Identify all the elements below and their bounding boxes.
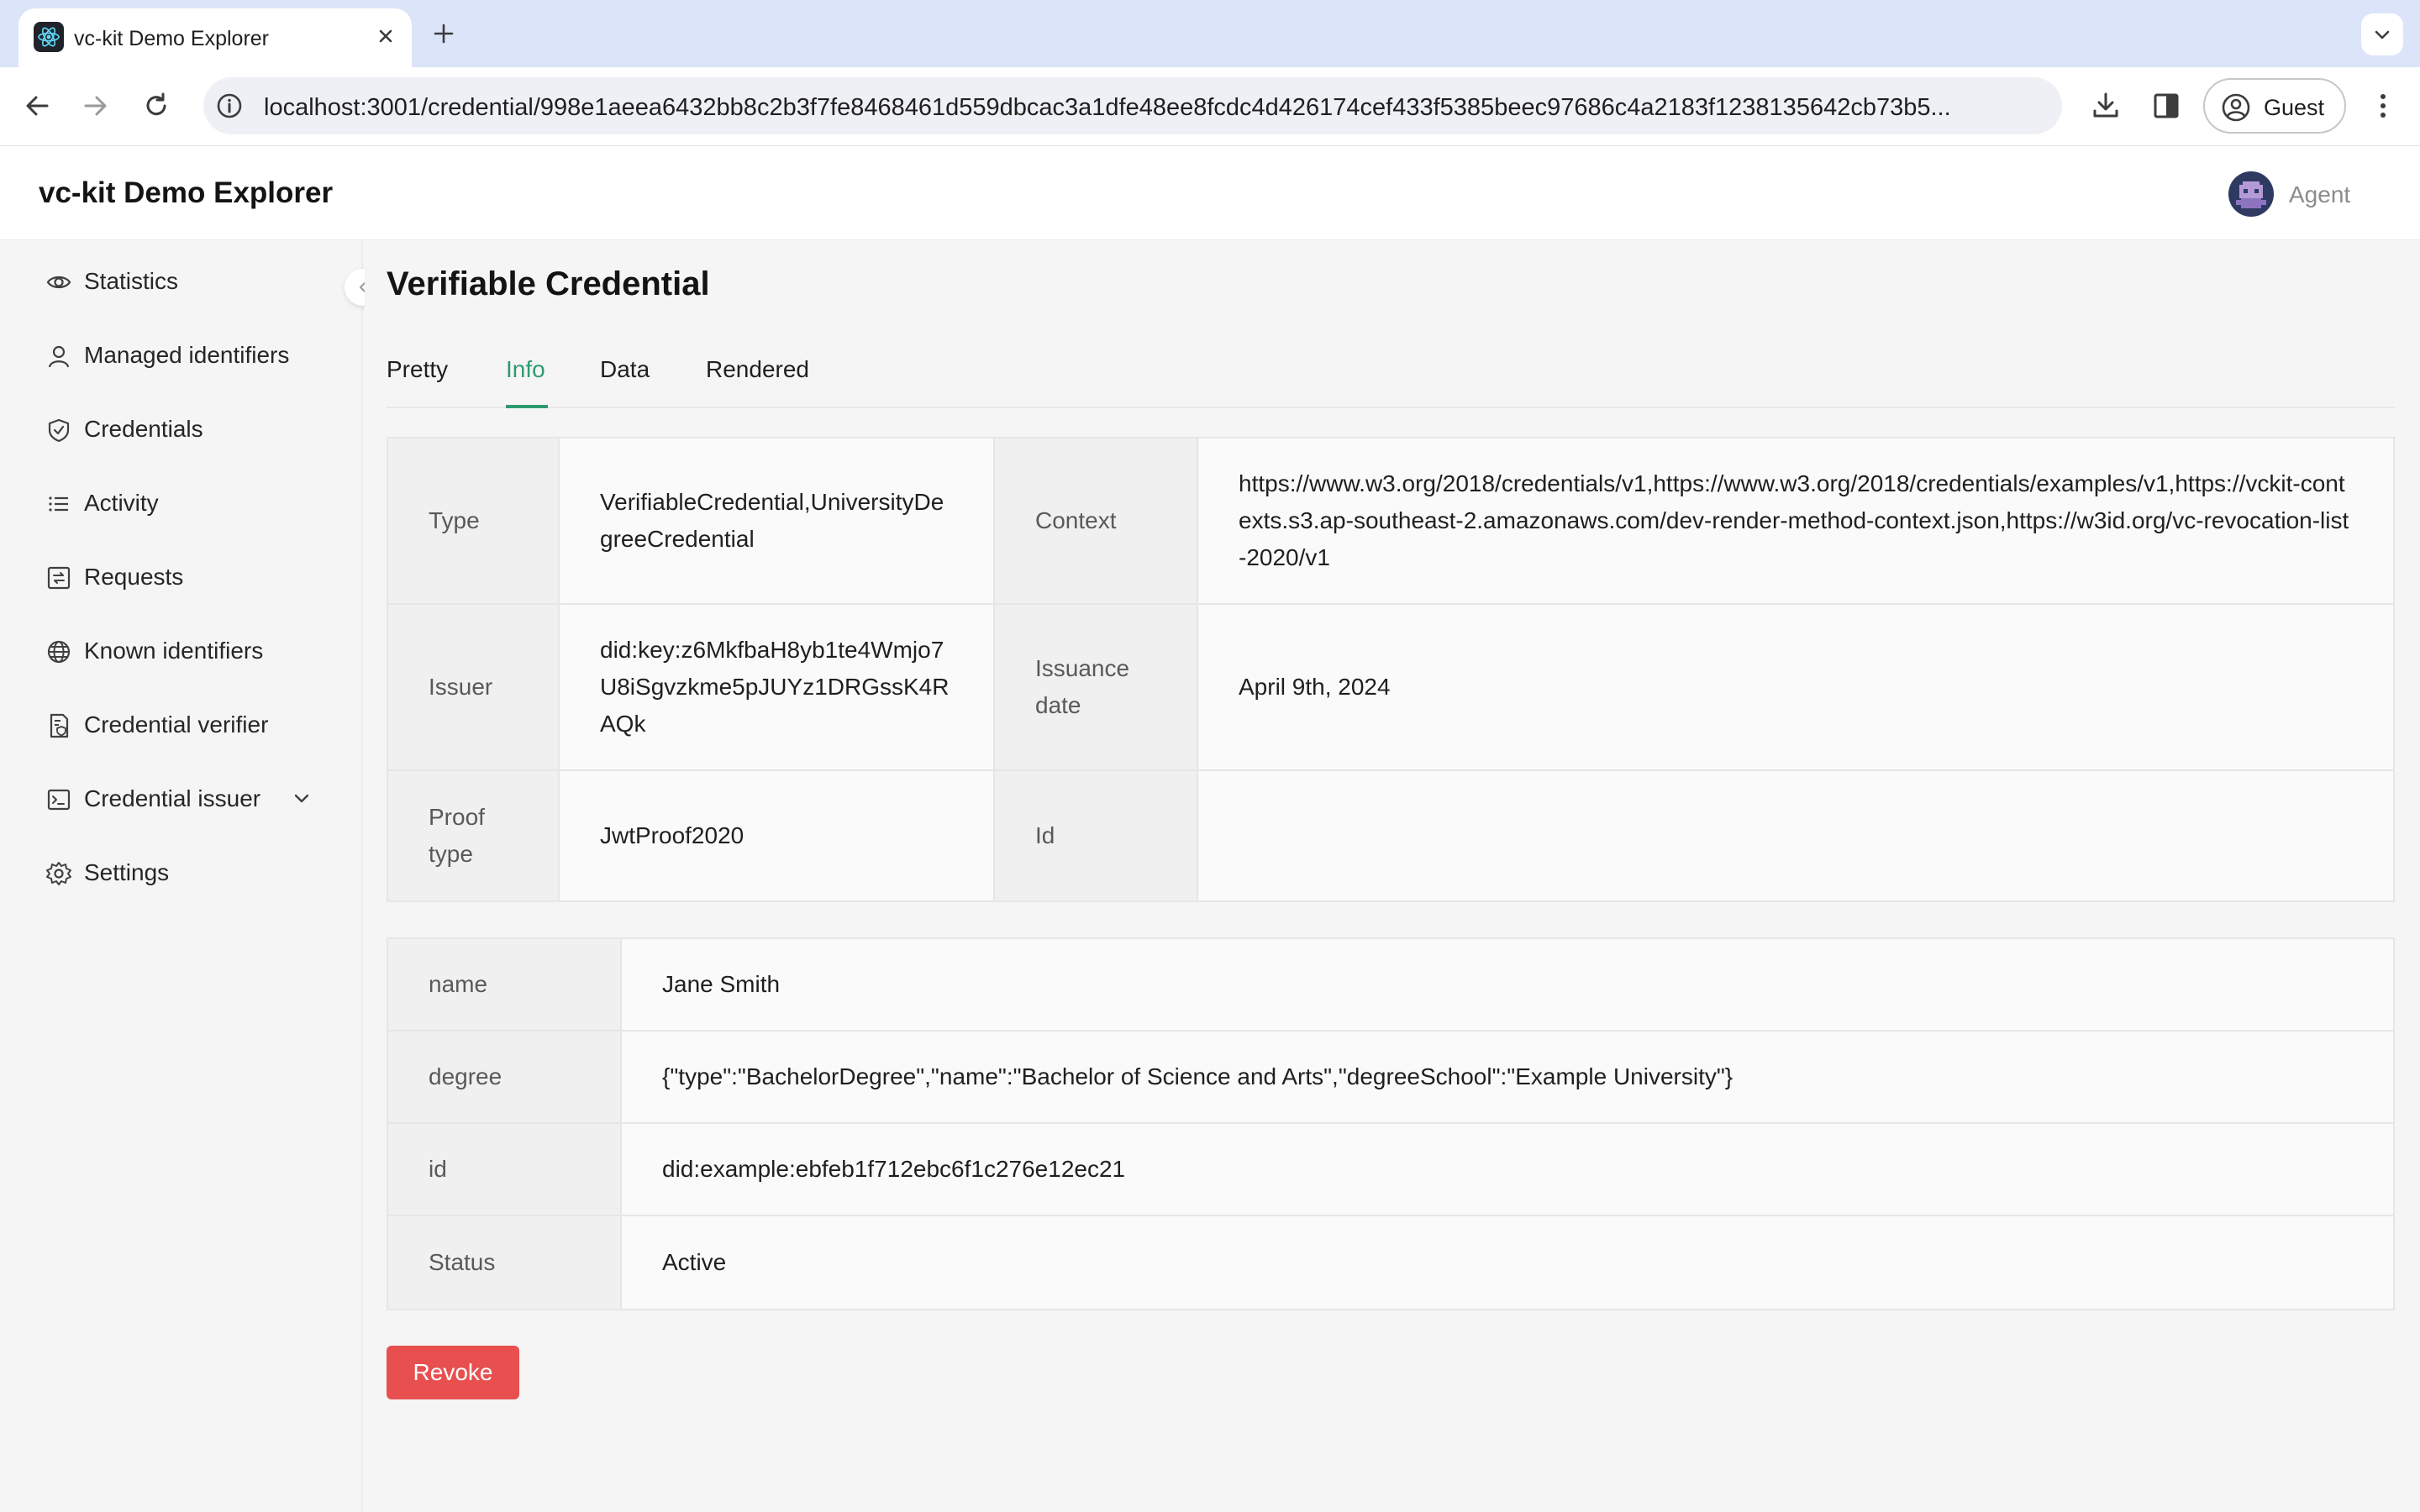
- more-menu-icon[interactable]: [2365, 87, 2402, 124]
- tab-pretty[interactable]: Pretty: [387, 346, 454, 407]
- file-protect-icon: [45, 712, 72, 739]
- browser-tab-title: vc-kit Demo Explorer: [74, 27, 269, 50]
- issuance-date-value: April 9th, 2024: [1197, 605, 2393, 769]
- proof-type-label: Proof type: [388, 771, 558, 900]
- tab-info[interactable]: Info: [506, 346, 548, 408]
- eye-icon: [45, 269, 72, 296]
- context-value: https://www.w3.org/2018/credentials/v1,h…: [1197, 438, 2393, 603]
- subject-field-label: name: [388, 939, 620, 1030]
- sidebar-item-settings[interactable]: Settings: [0, 842, 361, 900]
- tab-rendered[interactable]: Rendered: [706, 346, 813, 407]
- sidebar-item-label: Activity: [84, 490, 159, 516]
- info-row-proof: Proof type JwtProof2020 Id: [388, 771, 2393, 900]
- table-row: degree {"type":"BachelorDegree","name":"…: [388, 1032, 2393, 1124]
- info-row-type: Type VerifiableCredential,UniversityDegr…: [388, 438, 2393, 605]
- credential-subject-table: name Jane Smith degree {"type":"Bachelor…: [387, 937, 2395, 1310]
- global-icon: [45, 638, 72, 665]
- reload-icon[interactable]: [138, 87, 175, 124]
- sidebar: Statistics Managed identifiers Credentia…: [0, 240, 363, 1512]
- app-title: vc-kit Demo Explorer: [39, 176, 334, 209]
- address-bar[interactable]: localhost:3001/credential/998e1aeea6432b…: [203, 77, 2062, 134]
- table-row: name Jane Smith: [388, 939, 2393, 1032]
- tab-data[interactable]: Data: [600, 346, 654, 407]
- subject-field-value: Jane Smith: [620, 939, 2393, 1030]
- agent-label[interactable]: Agent: [2289, 181, 2350, 208]
- sidebar-item-label: Credentials: [84, 416, 203, 442]
- site-info-icon[interactable]: [215, 92, 244, 120]
- agent-avatar[interactable]: [2228, 171, 2274, 217]
- sidebar-item-credential-issuer[interactable]: Credential issuer: [0, 768, 361, 827]
- id-value: [1197, 771, 2393, 900]
- sidebar-item-label: Statistics: [84, 268, 179, 294]
- interaction-icon: [45, 564, 72, 591]
- tab-search-icon[interactable]: [2361, 13, 2403, 55]
- sidebar-item-label: Settings: [84, 859, 170, 885]
- info-row-issuer: Issuer did:key:z6MkfbaH8yb1te4Wmjo7U8iSg…: [388, 605, 2393, 771]
- back-arrow-icon[interactable]: [18, 87, 55, 124]
- subject-field-label: id: [388, 1124, 620, 1215]
- context-label: Context: [993, 438, 1197, 603]
- browser-tab[interactable]: vc-kit Demo Explorer: [18, 8, 412, 67]
- credential-tabs: Pretty Info Data Rendered: [387, 346, 2395, 408]
- subject-field-value: did:example:ebfeb1f712ebc6f1c276e12ec21: [620, 1124, 2393, 1215]
- issuer-label: Issuer: [388, 605, 558, 769]
- browser-tabstrip: vc-kit Demo Explorer: [0, 0, 2420, 67]
- code-icon: [45, 786, 72, 813]
- setting-icon: [45, 860, 72, 887]
- status-label: Status: [388, 1216, 620, 1309]
- type-label: Type: [388, 438, 558, 603]
- active-tab-indicator: [506, 405, 548, 408]
- react-logo-icon: [34, 22, 64, 52]
- sidebar-item-activity[interactable]: Activity: [0, 472, 361, 531]
- table-row: Status Active: [388, 1216, 2393, 1309]
- new-tab-icon[interactable]: [429, 18, 459, 49]
- chevron-down-icon[interactable]: [289, 786, 314, 811]
- profile-label: Guest: [2264, 95, 2325, 120]
- list-icon: [45, 491, 72, 517]
- sidebar-item-label: Requests: [84, 564, 184, 590]
- main-content: Verifiable Credential Pretty Info Data R…: [365, 240, 2420, 1512]
- sidebar-item-credentials[interactable]: Credentials: [0, 398, 361, 457]
- revoke-button[interactable]: Revoke: [387, 1346, 519, 1399]
- close-tab-icon[interactable]: [373, 24, 398, 49]
- url-text: localhost:3001/credential/998e1aeea6432b…: [264, 94, 1951, 121]
- issuance-date-label: Issuance date: [993, 605, 1197, 769]
- safety-certificate-icon: [45, 417, 72, 444]
- sidebar-item-managed-identifiers[interactable]: Managed identifiers: [0, 324, 361, 383]
- sidebar-item-statistics[interactable]: Statistics: [0, 250, 361, 309]
- id-label: Id: [993, 771, 1197, 900]
- profile-button[interactable]: Guest: [2203, 78, 2346, 134]
- type-value: VerifiableCredential,UniversityDegreeCre…: [558, 438, 993, 603]
- browser-toolbar: localhost:3001/credential/998e1aeea6432b…: [0, 67, 2420, 146]
- subject-field-value: {"type":"BachelorDegree","name":"Bachelo…: [620, 1032, 2393, 1122]
- sidebar-item-label: Managed identifiers: [84, 342, 290, 368]
- side-panel-icon[interactable]: [2148, 87, 2185, 124]
- issuer-value: did:key:z6MkfbaH8yb1te4Wmjo7U8iSgvzkme5p…: [558, 605, 993, 769]
- sidebar-item-label: Known identifiers: [84, 638, 264, 664]
- page-title: Verifiable Credential: [387, 265, 710, 302]
- user-icon: [45, 343, 72, 370]
- sidebar-item-requests[interactable]: Requests: [0, 546, 361, 605]
- proof-type-value: JwtProof2020: [558, 771, 993, 900]
- table-row: id did:example:ebfeb1f712ebc6f1c276e12ec…: [388, 1124, 2393, 1216]
- status-value: Active: [620, 1216, 2393, 1309]
- sidebar-item-credential-verifier[interactable]: Credential verifier: [0, 694, 361, 753]
- credential-info-table: Type VerifiableCredential,UniversityDegr…: [387, 437, 2395, 902]
- app-header: vc-kit Demo Explorer Agent: [0, 146, 2420, 240]
- account-circle-icon: [2222, 93, 2250, 122]
- sidebar-item-label: Credential verifier: [84, 711, 269, 738]
- subject-field-label: degree: [388, 1032, 620, 1122]
- sidebar-item-known-identifiers[interactable]: Known identifiers: [0, 620, 361, 679]
- download-icon[interactable]: [2087, 87, 2124, 124]
- sidebar-item-label: Credential issuer: [84, 785, 261, 811]
- forward-arrow-icon[interactable]: [77, 87, 114, 124]
